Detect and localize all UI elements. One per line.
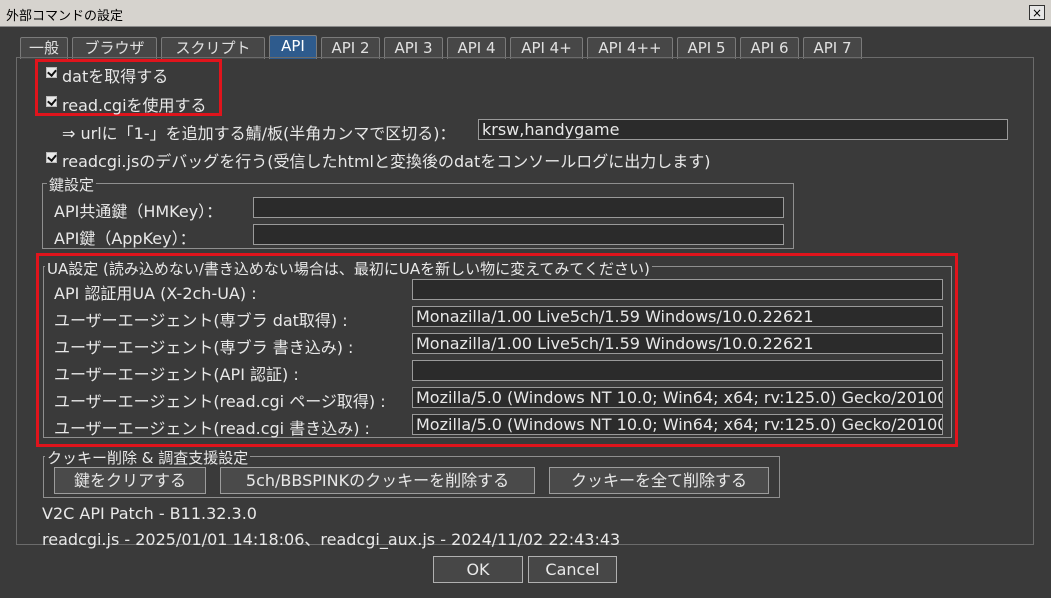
use-readcgi-label: read.cgiを使用する xyxy=(62,96,207,115)
patch-version-text: V2C API Patch - B11.32.3.0 xyxy=(42,504,257,523)
ua-row-label: ユーザーエージェント(専ブラ 書き込み) : xyxy=(54,338,354,357)
tab-api6[interactable]: API 6 xyxy=(740,37,799,59)
hmkey-input[interactable] xyxy=(253,197,784,218)
tab-api4plus[interactable]: API 4+ xyxy=(510,37,583,59)
title-bar: 外部コマンドの設定 × xyxy=(0,0,1051,27)
appkey-label: API鍵（AppKey）： xyxy=(54,229,196,248)
appkey-input[interactable] xyxy=(253,224,784,245)
ua-readcgi-get-input[interactable]: Mozilla/5.0 (Windows NT 10.0; Win64; x64… xyxy=(412,387,943,408)
delete-5ch-cookies-button[interactable]: 5ch/BBSPINKのクッキーを削除する xyxy=(220,467,535,494)
get-dat-label: datを取得する xyxy=(62,67,169,86)
hmkey-label: API共通鍵（HMKey）： xyxy=(54,202,223,221)
tab-api5[interactable]: API 5 xyxy=(677,37,736,59)
ua-readcgi-post-input[interactable]: Mozilla/5.0 (Windows NT 10.0; Win64; x64… xyxy=(412,414,943,435)
tab-api7[interactable]: API 7 xyxy=(803,37,862,59)
ua-row-label: ユーザーエージェント(専ブラ dat取得) : xyxy=(54,311,348,330)
close-icon[interactable]: × xyxy=(1029,5,1045,20)
script-dates-text: readcgi.js - 2025/01/01 14:18:06、readcgi… xyxy=(42,530,621,549)
ua-dat-input[interactable]: Monazilla/1.00 Live5ch/1.59 Windows/10.0… xyxy=(412,306,943,327)
debug-label: readcgi.jsのデバッグを行う(受信したhtmlと変換後のdatをコンソー… xyxy=(62,152,711,171)
tab-api4plusplus[interactable]: API 4++ xyxy=(587,37,673,59)
ua-row-label: ユーザーエージェント(read.cgi ページ取得) : xyxy=(54,392,386,411)
clear-keys-button[interactable]: 鍵をクリアする xyxy=(54,467,206,494)
ok-button[interactable]: OK xyxy=(433,556,523,583)
url-prefix-input[interactable]: krsw,handygame xyxy=(478,119,1008,140)
tab-api3[interactable]: API 3 xyxy=(384,37,443,59)
tab-api[interactable]: API xyxy=(269,35,317,59)
url-prefix-label: ⇒ urlに「1-」を追加する鯖/板(半角カンマで区切る)： xyxy=(62,124,456,143)
window-title: 外部コマンドの設定 xyxy=(6,9,124,24)
ua-api-auth-input[interactable] xyxy=(412,279,943,300)
cancel-button[interactable]: Cancel xyxy=(528,556,617,583)
ua-row-label: API 認証用UA (X-2ch-UA) : xyxy=(54,284,257,303)
use-readcgi-checkbox[interactable] xyxy=(46,96,57,107)
ua-row-label: ユーザーエージェント(read.cgi 書き込み) : xyxy=(54,419,370,438)
get-dat-checkbox[interactable] xyxy=(46,67,57,78)
ua-settings-legend: UA設定 (読み込めない/書き込めない場合は、最初にUAを新しい物に変えてみてく… xyxy=(45,258,652,279)
ua-api-auth2-input[interactable] xyxy=(412,360,943,381)
tab-general[interactable]: 一般 xyxy=(20,37,68,59)
debug-checkbox[interactable] xyxy=(46,152,57,163)
tab-browser[interactable]: ブラウザ xyxy=(72,37,157,59)
ua-row-label: ユーザーエージェント(API 認証) : xyxy=(54,365,299,384)
cookie-settings-legend: クッキー削除 & 調査支援設定 xyxy=(45,447,251,468)
delete-all-cookies-button[interactable]: クッキーを全て削除する xyxy=(549,467,769,494)
ua-post-input[interactable]: Monazilla/1.00 Live5ch/1.59 Windows/10.0… xyxy=(412,333,943,354)
tab-api2[interactable]: API 2 xyxy=(321,37,380,59)
key-settings-legend: 鍵設定 xyxy=(47,174,97,195)
tab-script[interactable]: スクリプト xyxy=(161,37,265,59)
tab-api4[interactable]: API 4 xyxy=(447,37,506,59)
